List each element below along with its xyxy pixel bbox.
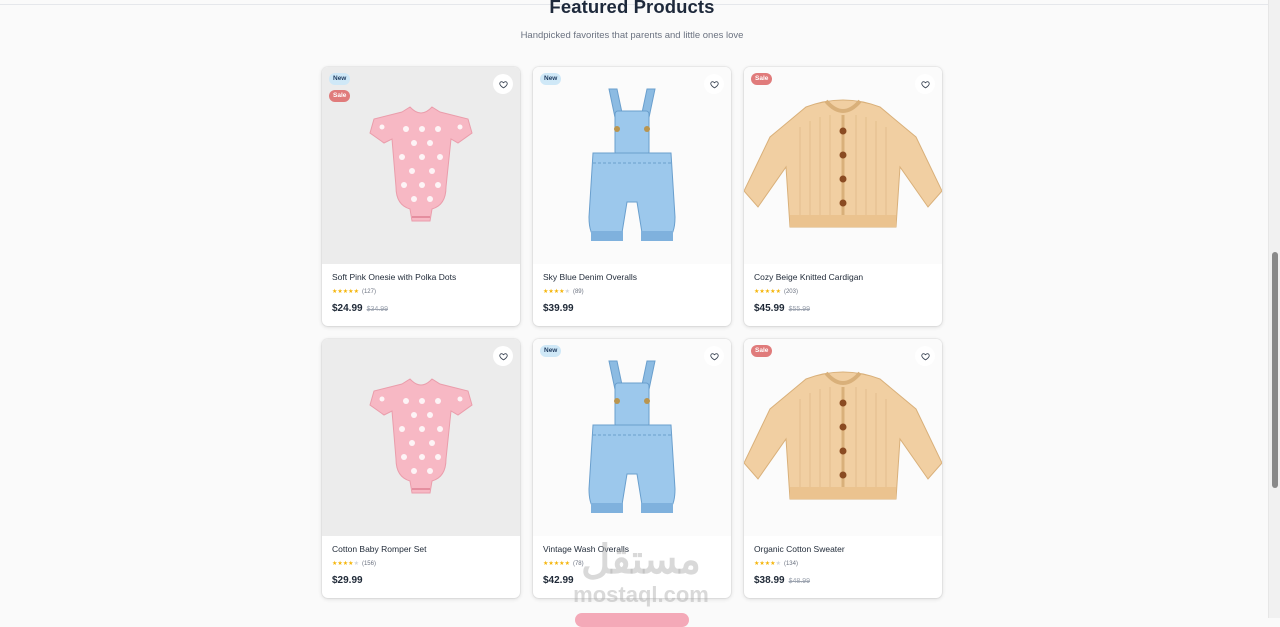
denim-overalls-image: [588, 88, 676, 241]
badge-group: New: [540, 345, 562, 357]
new-badge: New: [540, 73, 562, 85]
heart-icon: [920, 80, 930, 88]
original-price: $34.99: [366, 306, 389, 313]
sale-badge: Sale: [329, 90, 351, 102]
product-rating: ★★★★★ (134): [754, 560, 932, 568]
view-all-button[interactable]: [575, 613, 689, 627]
product-price: $39.99: [543, 303, 574, 314]
original-price: $48.99: [788, 578, 811, 585]
favorite-button[interactable]: [915, 74, 935, 94]
product-price: $29.99: [332, 575, 363, 586]
original-price: $55.99: [788, 306, 811, 313]
product-name[interactable]: Organic Cotton Sweater: [754, 544, 932, 554]
favorite-button[interactable]: [704, 346, 724, 366]
product-rating: ★★★★★ (89): [543, 288, 721, 296]
product-image[interactable]: Sale: [744, 67, 942, 264]
review-count: (156): [361, 561, 376, 567]
product-rating: ★★★★★ (78): [543, 560, 721, 568]
star-filled-icon: ★: [564, 561, 570, 567]
product-image[interactable]: Sale: [744, 339, 942, 536]
star-filled-icon: ★: [353, 289, 359, 295]
product-card[interactable]: New Vintage Wash Overalls ★★★★★ (78) $42…: [533, 339, 731, 598]
badge-group: New Sale: [329, 73, 351, 102]
sale-badge: Sale: [751, 345, 773, 357]
product-image[interactable]: New: [533, 339, 731, 536]
product-image[interactable]: New: [533, 67, 731, 264]
review-count: (134): [783, 561, 798, 567]
new-badge: New: [540, 345, 562, 357]
review-count: (203): [783, 289, 798, 295]
product-image[interactable]: [322, 339, 520, 536]
product-name[interactable]: Soft Pink Onesie with Polka Dots: [332, 272, 510, 282]
pink-onesie-image: [369, 106, 473, 222]
favorite-button[interactable]: [493, 74, 513, 94]
star-filled-icon: ★: [775, 289, 781, 295]
product-price: $45.99: [754, 303, 785, 314]
product-price: $38.99: [754, 575, 785, 586]
product-rating: ★★★★★ (127): [332, 288, 510, 296]
favorite-button[interactable]: [915, 346, 935, 366]
star-rating-icon: ★★★★★: [754, 560, 781, 568]
favorite-button[interactable]: [704, 74, 724, 94]
product-price: $24.99: [332, 303, 363, 314]
heart-icon: [498, 80, 508, 88]
heart-icon: [498, 352, 508, 360]
star-rating-icon: ★★★★★: [543, 560, 570, 568]
beige-cardigan-image: [744, 371, 942, 500]
review-count: (127): [361, 289, 376, 295]
new-badge: New: [329, 73, 351, 85]
product-card[interactable]: New Sale Soft Pink Onesie with Polka Dots…: [322, 67, 520, 326]
star-empty-icon: ★: [775, 561, 781, 567]
badge-group: New: [540, 73, 562, 85]
section-subtitle: Handpicked favorites that parents and li…: [520, 30, 744, 41]
product-name[interactable]: Cozy Beige Knitted Cardigan: [754, 272, 932, 282]
product-price: $42.99: [543, 575, 574, 586]
product-grid: New Sale Soft Pink Onesie with Polka Dots…: [322, 67, 943, 598]
product-name[interactable]: Vintage Wash Overalls: [543, 544, 721, 554]
heart-icon: [709, 352, 719, 360]
product-image[interactable]: New Sale: [322, 67, 520, 264]
star-rating-icon: ★★★★★: [543, 288, 570, 296]
pink-onesie-image: [369, 378, 473, 494]
product-card[interactable]: Sale Organic Cotton Sweater ★★★★★ (134) …: [744, 339, 942, 598]
badge-group: Sale: [751, 345, 773, 357]
review-count: (78): [572, 561, 584, 567]
denim-overalls-image: [588, 360, 676, 513]
page-scrollbar[interactable]: [1268, 0, 1280, 618]
beige-cardigan-image: [744, 99, 942, 228]
product-card[interactable]: Sale Cozy Beige Knitted Cardigan ★★★★★ (…: [744, 67, 942, 326]
badge-group: Sale: [751, 73, 773, 85]
scrollbar-thumb[interactable]: [1272, 252, 1278, 488]
star-rating-icon: ★★★★★: [332, 560, 359, 568]
star-empty-icon: ★: [353, 561, 359, 567]
product-rating: ★★★★★ (156): [332, 560, 510, 568]
star-empty-icon: ★: [564, 289, 570, 295]
star-rating-icon: ★★★★★: [754, 288, 781, 296]
sale-badge: Sale: [751, 73, 773, 85]
product-card[interactable]: New Sky Blue Denim Overalls ★★★★★ (89) $…: [533, 67, 731, 326]
star-rating-icon: ★★★★★: [332, 288, 359, 296]
heart-icon: [709, 80, 719, 88]
review-count: (89): [572, 289, 584, 295]
product-name[interactable]: Sky Blue Denim Overalls: [543, 272, 721, 282]
favorite-button[interactable]: [493, 346, 513, 366]
product-name[interactable]: Cotton Baby Romper Set: [332, 544, 510, 554]
section-title: Featured Products: [549, 0, 715, 17]
product-rating: ★★★★★ (203): [754, 288, 932, 296]
product-card[interactable]: Cotton Baby Romper Set ★★★★★ (156) $29.9…: [322, 339, 520, 598]
heart-icon: [920, 352, 930, 360]
